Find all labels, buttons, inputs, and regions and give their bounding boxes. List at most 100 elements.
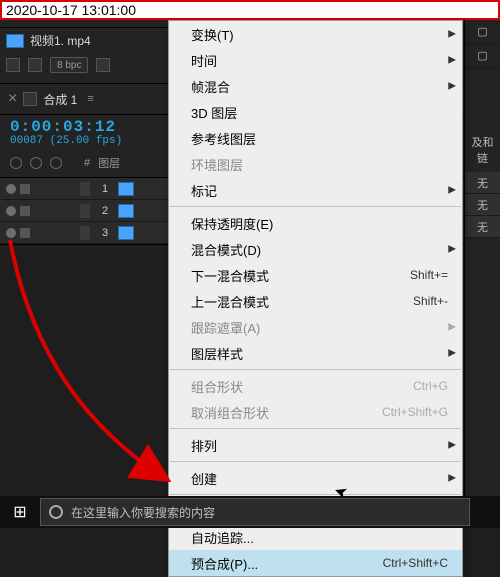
menu-item-label: 保持透明度(E)	[191, 214, 448, 233]
menu-item[interactable]: 下一混合模式Shift+=	[169, 262, 462, 288]
menu-item-shortcut: Ctrl+Shift+C	[383, 556, 448, 570]
folder-icon[interactable]	[6, 58, 20, 72]
label-color-swatch[interactable]	[80, 204, 90, 218]
search-placeholder-text: 在这里输入你要搜索的内容	[71, 504, 215, 521]
layer-thumb-icon	[118, 226, 134, 240]
menu-item-label: 下一混合模式	[191, 266, 410, 285]
right-panel-label: 及和链	[465, 128, 500, 172]
menu-item-label: 时间	[191, 51, 448, 70]
menu-item[interactable]: 时间▶	[169, 47, 462, 73]
menu-item-shortcut: Shift+=	[410, 268, 448, 282]
submenu-arrow-icon: ▶	[448, 322, 456, 333]
parent-link-dropdown[interactable]: 无	[465, 194, 500, 216]
menu-item-label: 帧混合	[191, 77, 448, 96]
menu-item[interactable]: 排列▶	[169, 432, 462, 458]
column-num-label: #	[84, 157, 90, 169]
menu-separator	[170, 428, 461, 429]
menu-item-label: 跟踪遮罩(A)	[191, 318, 448, 337]
menu-item: 跟踪遮罩(A)▶	[169, 314, 462, 340]
menu-item-label: 混合模式(D)	[191, 240, 448, 259]
menu-item[interactable]: 标记▶	[169, 177, 462, 203]
audio-icon[interactable]	[20, 184, 30, 194]
layer-context-menu[interactable]: 变换(T)▶时间▶帧混合▶3D 图层参考线图层环境图层标记▶保持透明度(E)混合…	[168, 20, 463, 577]
tab-icon	[23, 92, 37, 106]
menu-item: 组合形状Ctrl+G	[169, 373, 462, 399]
menu-item-label: 排列	[191, 436, 448, 455]
comp-tab-title[interactable]: 合成 1	[43, 91, 77, 108]
layer-index: 2	[92, 205, 118, 217]
menu-item[interactable]: 变换(T)▶	[169, 21, 462, 47]
visibility-icon[interactable]	[6, 206, 16, 216]
menu-item[interactable]: 创建▶	[169, 465, 462, 491]
start-button[interactable]: ⊞	[0, 496, 40, 528]
menu-item-label: 3D 图层	[191, 103, 448, 122]
submenu-arrow-icon: ▶	[448, 348, 456, 359]
video-file-icon	[6, 34, 24, 48]
trash-icon[interactable]	[96, 58, 110, 72]
menu-separator	[170, 461, 461, 462]
layer-index: 3	[92, 227, 118, 239]
close-tab-icon[interactable]: ×	[8, 90, 17, 108]
parent-link-dropdown[interactable]: 无	[465, 216, 500, 238]
submenu-arrow-icon: ▶	[448, 29, 456, 40]
menu-item: 取消组合形状Ctrl+Shift+G	[169, 399, 462, 425]
submenu-arrow-icon: ▶	[448, 244, 456, 255]
audio-icon[interactable]	[20, 206, 30, 216]
menu-item[interactable]: 帧混合▶	[169, 73, 462, 99]
layer-thumb-icon	[118, 204, 134, 218]
menu-item-label: 自动追踪...	[191, 528, 448, 547]
menu-item-label: 预合成(P)...	[191, 554, 383, 573]
menu-separator	[170, 206, 461, 207]
label-color-swatch[interactable]	[80, 226, 90, 240]
column-layername-label: 图层	[98, 155, 120, 171]
menu-item-shortcut: Ctrl+Shift+G	[382, 405, 448, 419]
menu-item[interactable]: 3D 图层	[169, 99, 462, 125]
menu-item[interactable]: 混合模式(D)▶	[169, 236, 462, 262]
menu-item[interactable]: 上一混合模式Shift+-	[169, 288, 462, 314]
file-name-label: 视频1. mp4	[30, 32, 91, 49]
menu-item[interactable]: 参考线图层	[169, 125, 462, 151]
layer-index: 1	[92, 183, 118, 195]
menu-separator	[170, 369, 461, 370]
tool-slot-1[interactable]: ▢	[465, 20, 500, 44]
menu-item-label: 标记	[191, 181, 448, 200]
menu-item-label: 参考线图层	[191, 129, 448, 148]
cortana-icon	[49, 505, 63, 519]
menu-item-label: 上一混合模式	[191, 292, 413, 311]
menu-separator	[170, 494, 461, 495]
right-options-strip: ▢ ▢ 及和链 无无无	[464, 20, 500, 496]
visibility-icon[interactable]	[6, 184, 16, 194]
submenu-arrow-icon: ▶	[448, 185, 456, 196]
submenu-arrow-icon: ▶	[448, 440, 456, 451]
parent-link-dropdown[interactable]: 无	[465, 172, 500, 194]
shy-toggle-icon[interactable]	[10, 157, 22, 169]
submenu-arrow-icon: ▶	[448, 81, 456, 92]
timestamp-bar: 2020-10-17 13:01:00	[0, 0, 500, 20]
eye-toggle-icon[interactable]	[30, 157, 42, 169]
windows-taskbar: ⊞ 在这里输入你要搜索的内容	[0, 496, 500, 528]
submenu-arrow-icon: ▶	[448, 55, 456, 66]
label-color-swatch[interactable]	[80, 182, 90, 196]
menu-item[interactable]: 预合成(P)...Ctrl+Shift+C	[169, 550, 462, 576]
timestamp-text: 2020-10-17 13:01:00	[6, 2, 136, 18]
layer-thumb-icon	[118, 182, 134, 196]
lock-toggle-icon[interactable]	[50, 157, 62, 169]
new-comp-icon[interactable]	[28, 58, 42, 72]
audio-icon[interactable]	[20, 228, 30, 238]
menu-item-label: 环境图层	[191, 155, 448, 174]
menu-item[interactable]: 图层样式▶	[169, 340, 462, 366]
bpc-chip[interactable]: 8 bpc	[50, 57, 88, 73]
taskbar-search[interactable]: 在这里输入你要搜索的内容	[40, 498, 470, 526]
tab-menu-icon[interactable]: ≡	[87, 93, 93, 105]
menu-item-label: 组合形状	[191, 377, 413, 396]
submenu-arrow-icon: ▶	[448, 473, 456, 484]
menu-item: 环境图层	[169, 151, 462, 177]
menu-item-label: 变换(T)	[191, 25, 448, 44]
menu-item[interactable]: 保持透明度(E)	[169, 210, 462, 236]
windows-logo-icon: ⊞	[13, 502, 26, 522]
visibility-icon[interactable]	[6, 228, 16, 238]
current-timecode[interactable]: 0:00:03:12	[10, 117, 116, 137]
menu-item-shortcut: Ctrl+G	[413, 379, 448, 393]
tool-slot-2[interactable]: ▢	[465, 44, 500, 68]
menu-item-label: 图层样式	[191, 344, 448, 363]
